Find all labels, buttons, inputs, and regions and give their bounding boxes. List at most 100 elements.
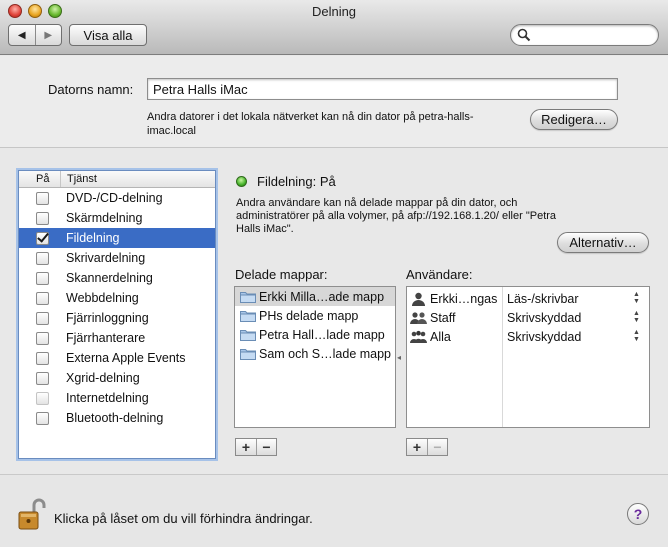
service-item[interactable]: Webbdelning (19, 288, 215, 308)
search-field[interactable] (510, 24, 659, 46)
service-checkbox[interactable] (36, 331, 49, 345)
folder-icon (240, 310, 256, 322)
service-checkbox[interactable] (36, 291, 49, 305)
folder-icon (240, 329, 256, 341)
service-item[interactable]: Fjärrinloggning (19, 308, 215, 328)
everyone-icon (410, 330, 427, 344)
service-label: DVD-/CD-delning (66, 191, 163, 205)
service-label: Fjärrinloggning (66, 311, 149, 325)
computer-name-input[interactable] (147, 78, 618, 100)
shared-folder-item[interactable]: PHs delade mapp (235, 306, 395, 325)
window-title: Delning (311, 4, 357, 19)
service-checkbox[interactable] (36, 311, 49, 325)
service-checkbox[interactable] (36, 411, 49, 425)
add-user-button[interactable]: + (407, 439, 427, 455)
user-permission-popup[interactable]: Skrivskyddad (507, 330, 581, 344)
service-label: Fjärrhanterare (66, 331, 146, 345)
permission-popup-arrows-icon[interactable]: ▲ ▼ (633, 291, 640, 305)
user-name-label: Alla (430, 330, 451, 344)
status-indicator-icon (236, 176, 247, 187)
service-checkbox[interactable] (36, 271, 49, 285)
user-row[interactable]: Staff Skrivskyddad ▲ ▼ (407, 309, 649, 328)
forward-arrow-icon: ▶ (44, 29, 53, 41)
shared-folder-label: Sam och S…lade mapp (259, 346, 392, 361)
folder-icon (240, 348, 256, 360)
user-name-cell: Staff (410, 311, 455, 325)
service-label: Bluetooth-delning (66, 411, 164, 425)
single-user-icon (410, 292, 427, 306)
add-folder-button[interactable]: + (236, 439, 256, 455)
window-toolbar: Delning ◀ ▶ Visa alla (0, 0, 668, 55)
service-checkbox[interactable] (36, 231, 49, 245)
computer-name-section: Datorns namn: Andra datorer i det lokala… (0, 56, 668, 148)
service-label: Fildelning (66, 231, 120, 245)
back-button[interactable]: ◀ (9, 25, 35, 45)
service-item[interactable]: Externa Apple Events (19, 348, 215, 368)
shared-folder-label: PHs delade mapp (259, 308, 359, 323)
user-name-label: Erkki…ngas (430, 292, 498, 306)
unlocked-padlock-icon[interactable] (17, 497, 47, 531)
service-item[interactable]: Xgrid-delning (19, 368, 215, 388)
service-item[interactable]: Internetdelning (19, 388, 215, 408)
search-icon (517, 28, 531, 42)
user-permission-popup[interactable]: Skrivskyddad (507, 311, 581, 325)
service-item[interactable]: Skrivardelning (19, 248, 215, 268)
user-name-cell: Alla (410, 330, 451, 344)
shared-folder-item[interactable]: Petra Hall…lade mapp (235, 325, 395, 344)
service-label: Internetdelning (66, 391, 149, 405)
shared-folders-list[interactable]: Erkki Milla…ade mapp PHs delade mapp Petra… (234, 286, 396, 428)
users-label: Användare: (406, 267, 473, 282)
forward-button[interactable]: ▶ (34, 25, 62, 45)
lock-instruction-text: Klicka på låset om du vill förhindra änd… (54, 511, 313, 526)
nav-button-group: ◀ ▶ (8, 24, 62, 46)
service-label: Webbdelning (66, 291, 139, 305)
computer-name-note: Andra datorer i det lokala nätverket kan… (147, 111, 474, 137)
column-header-on[interactable]: På (19, 171, 61, 187)
users-add-remove: + − (406, 438, 448, 456)
options-button[interactable]: Alternativ… (557, 232, 649, 253)
column-header-service[interactable]: Tjänst (61, 171, 97, 187)
back-arrow-icon: ◀ (17, 29, 26, 41)
help-button[interactable]: ? (627, 503, 649, 525)
service-checkbox[interactable] (36, 191, 49, 205)
service-checkbox[interactable] (36, 351, 49, 365)
remove-user-button[interactable]: − (427, 439, 447, 455)
service-item[interactable]: Fjärrhanterare (19, 328, 215, 348)
footer-bar: Klicka på låset om du vill förhindra änd… (0, 474, 668, 547)
permission-popup-arrows-icon[interactable]: ▲ ▼ (633, 329, 640, 343)
show-all-button[interactable]: Visa alla (69, 24, 147, 46)
split-resize-handle[interactable]: ◂ (397, 353, 401, 362)
service-item[interactable]: Bluetooth-delning (19, 408, 215, 428)
service-label: Skrivardelning (66, 251, 146, 265)
service-item[interactable]: Skärmdelning (19, 208, 215, 228)
service-list[interactable]: På Tjänst DVD-/CD-delning Skärmdelning Fil… (18, 170, 216, 459)
service-list-header: På Tjänst (19, 171, 215, 188)
shared-folder-item[interactable]: Sam och S…lade mapp (235, 344, 395, 363)
service-item[interactable]: Fildelning (19, 228, 215, 248)
service-item[interactable]: DVD-/CD-delning (19, 188, 215, 208)
user-row[interactable]: Erkki…ngas Läs-/skrivbar ▲ ▼ (407, 290, 649, 309)
service-item[interactable]: Skannerdelning (19, 268, 215, 288)
permission-popup-arrows-icon[interactable]: ▲ ▼ (633, 310, 640, 324)
shared-folders-label: Delade mappar: (235, 267, 328, 282)
service-checkbox[interactable] (36, 391, 49, 405)
shared-folders-add-remove: + − (235, 438, 277, 456)
user-row[interactable]: Alla Skrivskyddad ▲ ▼ (407, 328, 649, 347)
users-list[interactable]: Erkki…ngas Läs-/skrivbar ▲ ▼ Staff Skrivskydd… (406, 286, 650, 428)
service-checkbox[interactable] (36, 251, 49, 265)
computer-name-label: Datorns namn: (48, 82, 134, 97)
shared-folder-item[interactable]: Erkki Milla…ade mapp (235, 287, 395, 306)
user-name-label: Staff (430, 311, 456, 325)
service-label: Skärmdelning (66, 211, 143, 225)
shared-folder-label: Erkki Milla…ade mapp (259, 289, 385, 304)
service-checkbox[interactable] (36, 371, 49, 385)
user-permission-popup[interactable]: Läs-/skrivbar (507, 292, 579, 306)
service-status-title: Fildelning: På (257, 174, 336, 189)
service-label: Externa Apple Events (66, 351, 186, 365)
edit-hostname-button[interactable]: Redigera… (530, 109, 618, 130)
user-name-cell: Erkki…ngas (410, 292, 497, 306)
service-checkbox[interactable] (36, 211, 49, 225)
remove-folder-button[interactable]: − (256, 439, 276, 455)
group-icon (410, 311, 427, 325)
help-question-icon: ? (633, 506, 643, 522)
